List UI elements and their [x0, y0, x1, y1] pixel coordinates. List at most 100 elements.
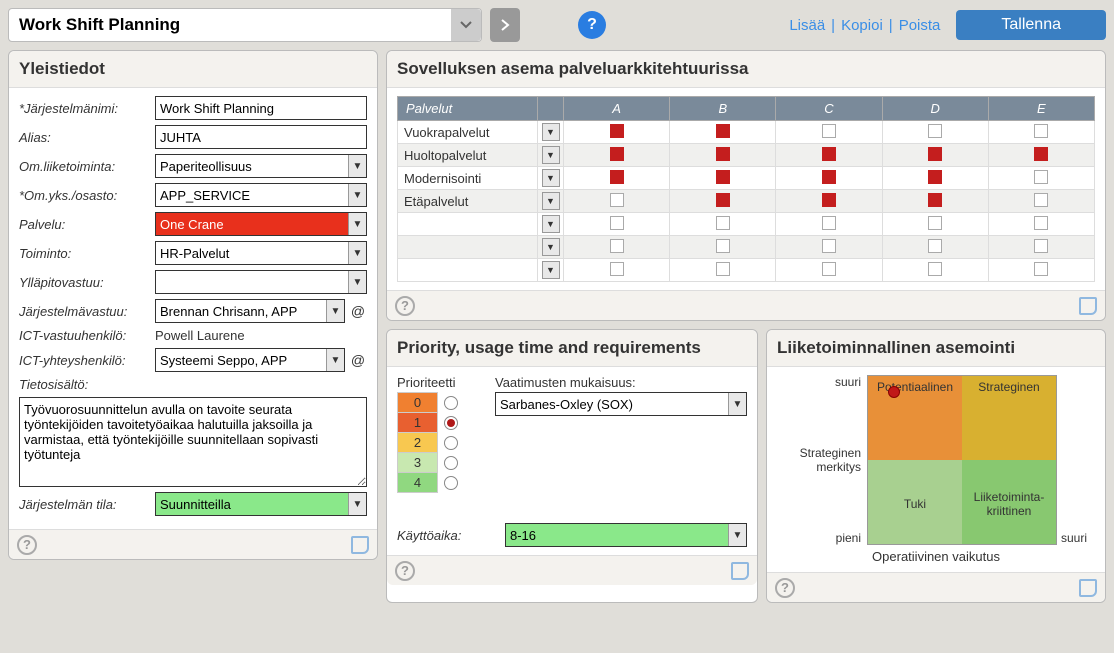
select-compliance[interactable]	[495, 392, 747, 416]
cell-marker-empty[interactable]	[928, 239, 942, 253]
select-sys-owner[interactable]	[155, 299, 345, 323]
row-dropdown[interactable]: ▼	[542, 146, 560, 164]
cell-marker-filled[interactable]	[716, 170, 730, 184]
page-title-input[interactable]	[8, 8, 482, 42]
select-unit[interactable]	[155, 183, 367, 207]
label-content: Tietosisältö:	[19, 377, 151, 392]
panel-general-title: Yleistiedot	[9, 51, 377, 88]
cell-marker-filled[interactable]	[610, 147, 624, 161]
cell-marker-empty[interactable]	[822, 124, 836, 138]
cell-marker-filled[interactable]	[822, 193, 836, 207]
link-add[interactable]: Lisää	[789, 17, 825, 34]
cell-marker-empty[interactable]	[822, 262, 836, 276]
select-usage[interactable]	[505, 523, 747, 547]
label-unit: *Om.yks./osasto:	[19, 188, 151, 203]
select-maintenance[interactable]	[155, 270, 367, 294]
cell-marker-filled[interactable]	[716, 124, 730, 138]
input-system-name[interactable]	[155, 96, 367, 120]
col-header: A	[564, 97, 670, 121]
cell-marker-empty[interactable]	[716, 262, 730, 276]
cell-marker-empty[interactable]	[1034, 193, 1048, 207]
save-button[interactable]: Tallenna	[956, 10, 1106, 40]
cell-marker-empty[interactable]	[1034, 239, 1048, 253]
input-alias[interactable]	[155, 125, 367, 149]
textarea-content[interactable]: Työvuorosuunnittelun avulla on tavoite s…	[19, 397, 367, 487]
table-row: ▼	[398, 236, 1095, 259]
priority-radio[interactable]	[444, 396, 458, 410]
cell-marker-empty[interactable]	[822, 216, 836, 230]
table-row: Huoltopalvelut▼	[398, 144, 1095, 167]
cell-marker-filled[interactable]	[928, 170, 942, 184]
row-dropdown[interactable]: ▼	[542, 215, 560, 233]
label-ict-owner: ICT-vastuuhenkilö:	[19, 328, 151, 343]
priority-radio[interactable]	[444, 476, 458, 490]
select-ict-contact[interactable]	[155, 348, 345, 372]
cell-marker-empty[interactable]	[610, 216, 624, 230]
positioning-quadrant[interactable]: Potentiaalinen Strateginen Tuki Liiketoi…	[867, 375, 1057, 545]
mail-icon[interactable]: @	[349, 303, 367, 319]
label-function: Toiminto:	[19, 246, 151, 261]
link-delete[interactable]: Poista	[899, 17, 941, 34]
priority-level: 3	[398, 453, 438, 473]
col-header: B	[670, 97, 776, 121]
cell-marker-empty[interactable]	[928, 124, 942, 138]
cell-marker-empty[interactable]	[1034, 216, 1048, 230]
row-name: Huoltopalvelut	[398, 144, 538, 167]
col-header: C	[776, 97, 882, 121]
label-maintenance: Ylläpitovastuu:	[19, 275, 151, 290]
panel-architecture-title: Sovelluksen asema palveluarkkitehtuuriss…	[387, 51, 1105, 88]
help-button[interactable]: ?	[578, 11, 606, 39]
title-dropdown[interactable]	[451, 9, 481, 41]
cell-marker-empty[interactable]	[822, 239, 836, 253]
cell-marker-empty[interactable]	[716, 216, 730, 230]
row-dropdown[interactable]: ▼	[542, 123, 560, 141]
help-icon[interactable]: ?	[395, 561, 415, 581]
note-icon[interactable]	[731, 562, 749, 580]
cell-marker-filled[interactable]	[928, 147, 942, 161]
col-header-services: Palvelut	[398, 97, 538, 121]
cell-marker-filled[interactable]	[1034, 147, 1048, 161]
cell-marker-filled[interactable]	[610, 170, 624, 184]
help-icon[interactable]: ?	[395, 296, 415, 316]
nav-next-button[interactable]	[490, 8, 520, 42]
cell-marker-empty[interactable]	[1034, 124, 1048, 138]
select-business[interactable]	[155, 154, 367, 178]
cell-marker-filled[interactable]	[928, 193, 942, 207]
cell-marker-empty[interactable]	[928, 216, 942, 230]
cell-marker-filled[interactable]	[822, 170, 836, 184]
cell-marker-empty[interactable]	[610, 239, 624, 253]
position-marker[interactable]	[888, 386, 900, 398]
priority-radio[interactable]	[444, 456, 458, 470]
mail-icon[interactable]: @	[349, 352, 367, 368]
row-dropdown[interactable]: ▼	[542, 238, 560, 256]
cell-marker-empty[interactable]	[610, 262, 624, 276]
cell-marker-filled[interactable]	[610, 124, 624, 138]
panel-positioning: Liiketoiminnallinen asemointi suuri Stra…	[766, 329, 1106, 603]
cell-marker-filled[interactable]	[716, 147, 730, 161]
priority-radio[interactable]	[444, 436, 458, 450]
help-icon[interactable]: ?	[17, 535, 37, 555]
cell-marker-filled[interactable]	[716, 193, 730, 207]
label-usage: Käyttöaika:	[397, 528, 497, 543]
row-name	[398, 259, 538, 282]
select-service[interactable]	[155, 212, 367, 236]
note-icon[interactable]	[1079, 579, 1097, 597]
note-icon[interactable]	[1079, 297, 1097, 315]
priority-radio[interactable]	[444, 416, 458, 430]
cell-marker-filled[interactable]	[822, 147, 836, 161]
cell-marker-empty[interactable]	[1034, 170, 1048, 184]
axis-x-label: Operatiivinen vaikutus	[777, 549, 1095, 564]
row-dropdown[interactable]: ▼	[542, 192, 560, 210]
cell-marker-empty[interactable]	[716, 239, 730, 253]
select-function[interactable]	[155, 241, 367, 265]
cell-marker-empty[interactable]	[1034, 262, 1048, 276]
help-icon[interactable]: ?	[775, 578, 795, 598]
value-ict-owner: Powell Laurene	[155, 328, 367, 343]
select-status[interactable]	[155, 492, 367, 516]
cell-marker-empty[interactable]	[928, 262, 942, 276]
link-copy[interactable]: Kopioi	[841, 17, 883, 34]
row-dropdown[interactable]: ▼	[542, 261, 560, 279]
cell-marker-empty[interactable]	[610, 193, 624, 207]
row-dropdown[interactable]: ▼	[542, 169, 560, 187]
note-icon[interactable]	[351, 536, 369, 554]
